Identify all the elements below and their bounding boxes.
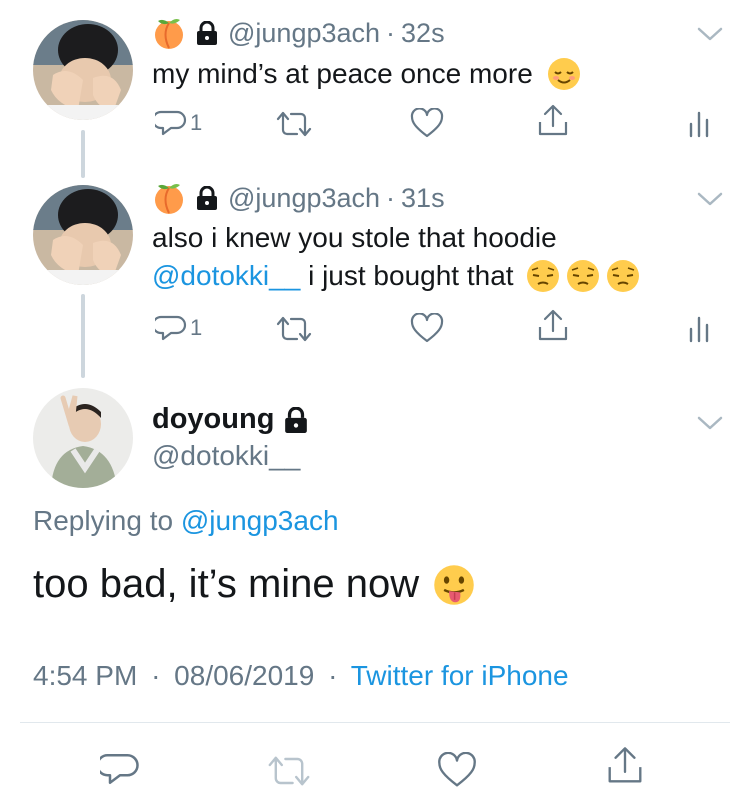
thread-line (81, 130, 85, 178)
lock-icon (196, 21, 218, 45)
thread-line (81, 294, 85, 378)
like-button[interactable] (437, 752, 477, 788)
share-icon (608, 747, 642, 783)
like-icon (438, 752, 476, 787)
display-name-text: doyoung (152, 403, 275, 435)
retweet-icon (268, 756, 310, 786)
tweet-date: 08/06/2019 (174, 660, 315, 691)
pensive-emoji-icon (526, 260, 559, 292)
display-name[interactable]: doyoung (152, 403, 308, 436)
reply-icon (155, 110, 187, 136)
tweet-text-line: also i knew you stole that hoodie (152, 222, 557, 253)
tweet-handle[interactable]: @jungp3ach (228, 183, 380, 214)
chevron-down-icon[interactable] (695, 189, 725, 209)
reply-icon (100, 754, 139, 784)
meta-separator: · (151, 660, 161, 691)
avatar[interactable] (33, 20, 133, 120)
reply-button[interactable]: 1 (155, 313, 202, 343)
meta-separator: · (386, 182, 396, 213)
like-icon (410, 108, 444, 138)
share-button[interactable] (537, 309, 569, 343)
replying-handle-link[interactable]: @jungp3ach (181, 505, 339, 536)
mention-link[interactable]: @dotokki__ (152, 257, 300, 295)
tweet-handle[interactable]: @jungp3ach (228, 18, 380, 49)
retweet-icon (276, 111, 312, 137)
tongue-emoji-icon (434, 564, 474, 605)
reply-button[interactable] (100, 750, 140, 788)
reply-count: 1 (190, 315, 203, 340)
source-link[interactable]: Twitter for iPhone (351, 660, 569, 691)
retweet-icon (276, 316, 312, 342)
analytics-button[interactable] (688, 110, 710, 138)
user-handle[interactable]: @dotokki__ (152, 440, 300, 472)
avatar[interactable] (33, 388, 133, 488)
tweet-time: 32s (401, 17, 445, 48)
replying-prefix: Replying to (33, 505, 181, 536)
reply-button[interactable]: 1 (155, 108, 202, 138)
tweet-text: also i knew you stole that hoodie (152, 219, 557, 257)
share-icon (538, 309, 568, 341)
tweet-time: 4:54 PM (33, 660, 138, 691)
like-icon (410, 313, 444, 343)
like-button[interactable] (410, 313, 444, 343)
analytics-button[interactable] (688, 315, 710, 343)
relieved-emoji-icon (547, 58, 580, 90)
reply-count: 1 (190, 110, 203, 135)
analytics-icon (689, 316, 709, 343)
replying-to: Replying to @jungp3ach (33, 505, 339, 537)
timestamp-row: 4:54 PM · 08/06/2019 · Twitter for iPhon… (33, 660, 569, 692)
share-icon (538, 104, 568, 136)
chevron-down-icon[interactable] (695, 24, 725, 44)
reply-icon (155, 315, 187, 341)
avatar[interactable] (33, 185, 133, 285)
lock-icon (285, 406, 308, 433)
peach-emoji-icon (152, 16, 186, 50)
share-button[interactable] (606, 746, 644, 786)
tweet-text-body: my mind’s at peace once more (152, 58, 533, 89)
pensive-emoji-icon (566, 260, 599, 292)
lock-icon (196, 186, 218, 210)
tweet-text: my mind’s at peace once more (152, 55, 581, 93)
main-tweet-body: too bad, it’s mine now (33, 562, 420, 606)
divider (20, 722, 730, 723)
tweet-time: 31s (401, 182, 445, 213)
pensive-emoji-icon (606, 260, 639, 292)
meta-separator: · (328, 660, 338, 691)
meta-separator: · (386, 17, 396, 48)
like-button[interactable] (410, 108, 444, 138)
tweet-meta: @jungp3ach · 32s (152, 16, 445, 50)
chevron-down-icon[interactable] (695, 413, 725, 433)
share-button[interactable] (537, 104, 569, 138)
tweet-text: @dotokki__ i just bought that (152, 257, 640, 295)
peach-emoji-icon (152, 181, 186, 215)
main-tweet-text: too bad, it’s mine now (33, 562, 475, 607)
retweet-button[interactable] (265, 754, 313, 788)
analytics-icon (689, 111, 709, 138)
tweet-meta: @jungp3ach · 31s (152, 181, 445, 215)
retweet-button[interactable] (274, 110, 314, 138)
tweet-text-line: i just bought that (300, 260, 514, 291)
retweet-button[interactable] (274, 315, 314, 343)
